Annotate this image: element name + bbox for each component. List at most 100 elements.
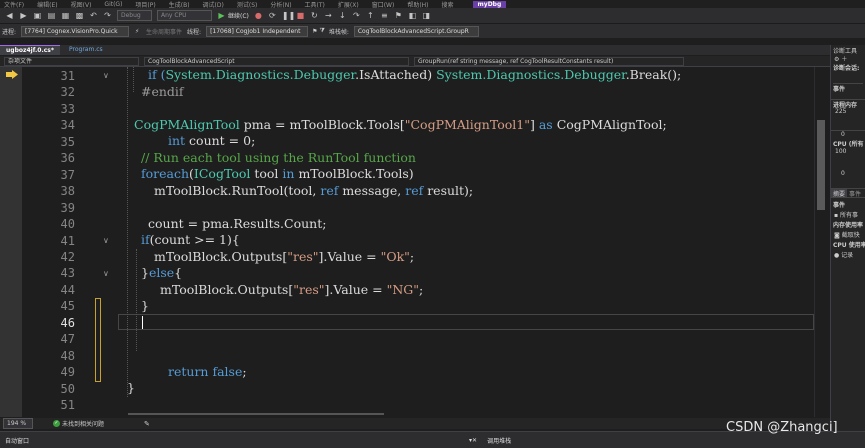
code-editor[interactable]: if (System.Diagnostics.Debugger.IsAttach… — [122, 67, 814, 417]
zoom-in-icon[interactable]: ＋ — [841, 56, 847, 63]
thread-select[interactable]: [17068] CogJob1 Independent — [206, 25, 309, 37]
lifecycle-icon[interactable]: ⚡ — [135, 28, 144, 35]
menu-debug[interactable]: 调试(D) — [203, 0, 224, 9]
menu-git[interactable]: Git(G) — [104, 1, 122, 8]
diag-title: 诊断工具 — [833, 48, 858, 54]
fold-chevron-icon[interactable]: ∨ — [103, 236, 113, 246]
standard-toolbar: ◀ ▶ ▣ ▤ ▦ ▩ ↶ ↷ Debug Any CPU ▶ 继续(C) ● … — [0, 8, 865, 24]
gear-icon[interactable]: ⚙ — [834, 56, 839, 63]
save-icon[interactable]: ▦ — [61, 11, 70, 20]
call-stack-title[interactable]: 调用堆栈 — [487, 436, 511, 445]
menu-test[interactable]: 测试(S) — [237, 0, 258, 9]
project-scope-select[interactable]: 杂项文件 — [4, 56, 139, 66]
tab-summary[interactable]: 摘要 — [831, 189, 848, 197]
process-select[interactable]: [7764] Cognex.VisionPro.Quick — [21, 25, 130, 37]
tab-events[interactable]: 事件 — [847, 189, 863, 198]
timeline-slider[interactable] — [833, 72, 863, 84]
open-icon[interactable]: ▤ — [47, 11, 56, 20]
step-out-icon[interactable]: ↑ — [366, 11, 375, 20]
browser-link-icon[interactable]: ⟳ — [268, 11, 277, 20]
take-snapshot-link[interactable]: ◙ 截取快 — [831, 230, 865, 240]
hot-reload-icon[interactable]: ● — [254, 11, 263, 20]
close-icon[interactable]: ✕ — [472, 437, 477, 444]
menu-tools[interactable]: 工具(T) — [305, 0, 325, 9]
bookmark-icon[interactable]: ⚑ — [394, 11, 403, 20]
menu-file[interactable]: 文件(F) — [4, 0, 24, 9]
save-all-icon[interactable]: ▩ — [75, 11, 84, 20]
code-token: "CogPMAlignTool1" — [404, 117, 530, 132]
solution-title: myDbg — [472, 0, 507, 8]
step-over-icon[interactable]: ↷ — [352, 11, 361, 20]
diagnostic-tools-panel: 诊断工具 ⚙ ＋ 诊断会话: 事件 进程内存 225 0 CPU (所有 100… — [830, 45, 865, 431]
search-box[interactable]: 搜索 — [442, 0, 454, 9]
undo-icon[interactable]: ↶ — [89, 11, 98, 20]
bookmark-prev-icon[interactable]: ◧ — [408, 11, 417, 20]
diag-toolbar: ⚙ ＋ — [831, 54, 865, 63]
menu-extensions[interactable]: 扩展(X) — [338, 0, 359, 9]
forward-icon[interactable]: ▶ — [19, 11, 28, 20]
continue-button[interactable]: 继续(C) — [228, 11, 249, 20]
document-tabs: ugboz4jf.0.cs* Program.cs — [0, 45, 830, 55]
record-label: 记录 — [841, 252, 854, 259]
member-select[interactable]: GroupRun(ref string message, ref CogTool… — [414, 56, 684, 66]
vertical-scroll-thumb[interactable] — [817, 120, 825, 210]
stack-frame-select[interactable]: CogToolBlockAdvancedScript.GroupR — [353, 25, 479, 37]
stop-icon[interactable]: ■ — [296, 11, 305, 20]
tab-program-cs[interactable]: Program.cs — [63, 45, 109, 55]
autos-window-title[interactable]: 自动窗口 — [5, 436, 29, 445]
zoom-select[interactable]: 194 % — [3, 418, 33, 429]
code-token: { — [174, 265, 183, 280]
menu-window[interactable]: 窗口(W) — [372, 0, 395, 9]
pause-icon[interactable]: ❚❚ — [282, 11, 295, 20]
tab-script-file[interactable]: ugboz4jf.0.cs* — [0, 45, 60, 55]
line-number: 41 — [60, 233, 75, 248]
show-next-statement-icon[interactable]: → — [324, 11, 333, 20]
restart-icon[interactable]: ↻ — [310, 11, 319, 20]
lifecycle-events-button[interactable]: 生命周期事件 — [146, 27, 182, 36]
comment-icon[interactable]: ≡ — [380, 11, 389, 20]
code-token: int — [168, 133, 186, 148]
code-token: ].Value = — [324, 282, 387, 297]
bookmark-next-icon[interactable]: ◨ — [422, 11, 431, 20]
code-token: mToolBlock.RunTool(tool, — [154, 183, 321, 198]
code-token: } — [141, 265, 149, 280]
code-token: System.Diagnostics.Debugger — [165, 67, 356, 82]
redo-icon[interactable]: ↷ — [103, 11, 112, 20]
line-number: 32 — [60, 85, 75, 100]
cpu-min-label: 0 — [841, 170, 845, 177]
text-caret — [142, 316, 143, 329]
menu-edit[interactable]: 编辑(E) — [37, 0, 57, 9]
events-section: 事件 — [833, 86, 846, 92]
platform-select[interactable]: Any CPU — [157, 10, 212, 21]
fold-chevron-icon[interactable]: ∨ — [103, 269, 113, 279]
new-file-icon[interactable]: ▣ — [33, 11, 42, 20]
configuration-select[interactable]: Debug — [117, 10, 152, 21]
all-events-link[interactable]: ▪ 所有事 — [831, 210, 865, 220]
code-token: .IsAttached) — [355, 67, 437, 82]
filter-icon[interactable]: ⧩ — [319, 27, 324, 35]
code-token: ref — [320, 183, 339, 198]
fold-chevron-icon[interactable]: ∨ — [103, 71, 113, 81]
menu-project[interactable]: 项目(P) — [135, 0, 155, 9]
code-token: ] — [529, 117, 539, 132]
diag-session: 诊断会话: — [833, 65, 860, 72]
code-token: if ( — [148, 67, 166, 82]
continue-icon[interactable]: ▶ — [217, 11, 226, 20]
brush-icon[interactable]: ✎ — [144, 420, 150, 428]
debug-location-bar: 进程: [7764] Cognex.VisionPro.Quick ⚡ 生命周期… — [0, 24, 865, 38]
menu-view[interactable]: 视图(V) — [71, 0, 92, 9]
code-line-31: if (System.Diagnostics.Debugger.IsAttach… — [148, 67, 681, 84]
editor-status-row: 194 % ✓ 未找到相关问题 ✎ — [0, 418, 830, 429]
horizontal-scroll-thumb[interactable] — [128, 413, 384, 415]
back-icon[interactable]: ◀ — [5, 11, 14, 20]
menu-build[interactable]: 生成(B) — [169, 0, 190, 9]
flag-icon[interactable]: ⚑ — [312, 28, 317, 35]
indicator-margin[interactable] — [0, 67, 22, 417]
code-token: as — [538, 117, 553, 132]
issues-status[interactable]: 未找到相关问题 — [62, 419, 104, 428]
step-into-icon[interactable]: ↓ — [338, 11, 347, 20]
record-link[interactable]: ● 记录 — [831, 250, 865, 260]
menu-analyze[interactable]: 分析(N) — [270, 0, 291, 9]
menu-help[interactable]: 帮助(H) — [407, 0, 428, 9]
class-select[interactable]: CogToolBlockAdvancedScript — [144, 56, 409, 66]
